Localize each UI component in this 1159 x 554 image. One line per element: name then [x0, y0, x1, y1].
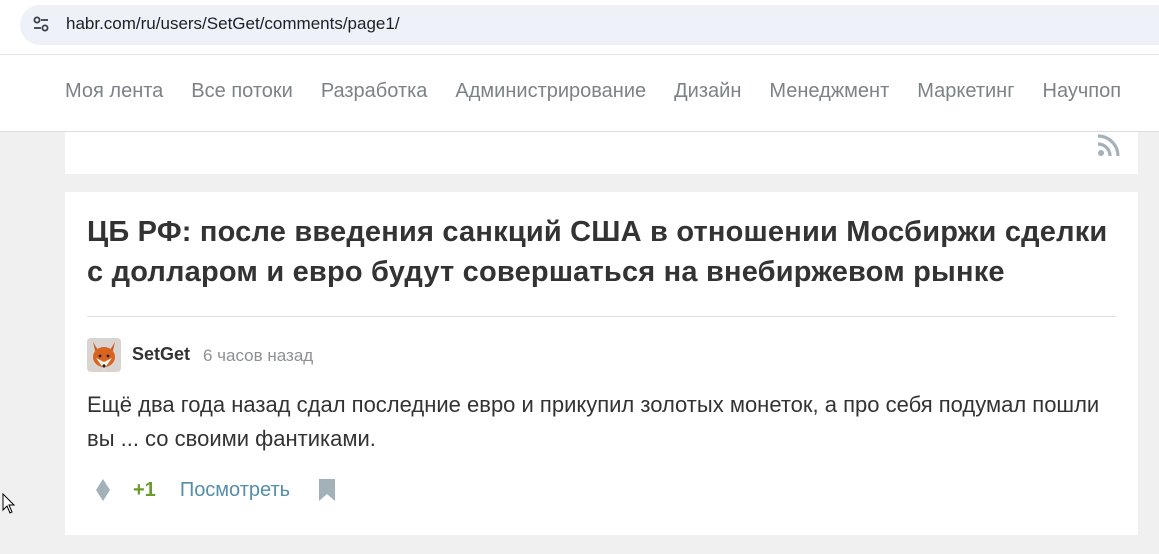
vote-icon[interactable] — [93, 477, 113, 503]
post-title[interactable]: ЦБ РФ: после введения санкций США в отно… — [87, 212, 1127, 292]
bookmark-icon[interactable] — [318, 478, 336, 502]
nav-items: Моя лента Все потоки Разработка Админист… — [65, 80, 1121, 103]
comment-timestamp[interactable]: 6 часов назад — [203, 346, 313, 366]
comment-text: Ещё два года назад сдал последние евро и… — [87, 392, 1100, 451]
browser-address-bar: habr.com/ru/users/SetGet/comments/page1/ — [0, 0, 1159, 55]
rss-icon[interactable] — [1096, 132, 1122, 158]
mouse-cursor-icon — [2, 492, 16, 515]
comment-author[interactable]: SetGet — [132, 344, 190, 365]
comment-card: ЦБ РФ: после введения санкций США в отно… — [65, 192, 1138, 535]
nav-item-development[interactable]: Разработка — [321, 80, 428, 103]
nav-item-administration[interactable]: Администрирование — [455, 80, 646, 103]
nav-item-all-streams[interactable]: Все потоки — [191, 80, 293, 103]
avatar[interactable] — [87, 338, 121, 372]
divider — [87, 316, 1116, 317]
url-text[interactable]: habr.com/ru/users/SetGet/comments/page1/ — [66, 14, 400, 34]
nav-item-marketing[interactable]: Маркетинг — [917, 80, 1014, 103]
nav-item-my-feed[interactable]: Моя лента — [65, 80, 163, 103]
comment-score: +1 — [133, 478, 156, 501]
nav-item-popsci[interactable]: Научпоп — [1043, 80, 1122, 103]
profile-header-card — [65, 132, 1138, 174]
nav-item-management[interactable]: Менеджмент — [769, 80, 889, 103]
nav-item-design[interactable]: Дизайн — [674, 80, 741, 103]
tune-icon[interactable] — [29, 12, 53, 36]
view-comment-link[interactable]: Посмотреть — [180, 479, 290, 502]
top-navigation: Моя лента Все потоки Разработка Админист… — [0, 55, 1159, 132]
comment-actions: +1 Посмотреть — [87, 477, 336, 503]
